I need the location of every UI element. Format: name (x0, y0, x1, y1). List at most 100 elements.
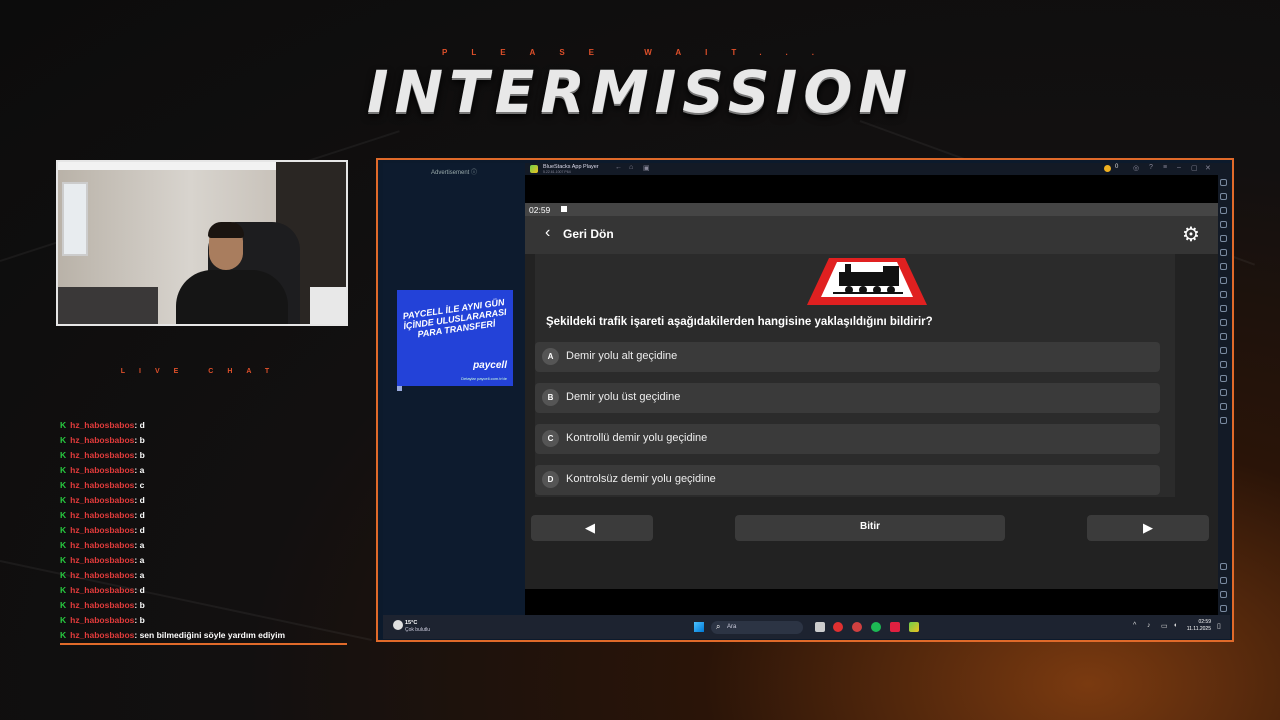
chat-username[interactable]: hz_habosbabos (70, 540, 134, 550)
answer-option-c[interactable]: C Kontrollü demir yolu geçidine (535, 424, 1160, 454)
lock-icon[interactable] (1220, 375, 1227, 382)
chat-username[interactable]: hz_habosbabos (70, 435, 134, 445)
chat-text: : c (134, 480, 145, 490)
spotify-icon[interactable] (871, 622, 881, 632)
chat-message: Khz_habosbabos: d (60, 583, 345, 598)
option-text: Demir yolu üst geçidine (566, 391, 681, 403)
rotate-icon[interactable] (1220, 263, 1227, 270)
chat-message: Khz_habosbabos: d (60, 493, 345, 508)
keyboard-icon[interactable] (1220, 221, 1227, 228)
macro-icon[interactable] (1220, 291, 1227, 298)
chat-text: : d (134, 510, 145, 520)
shake-icon[interactable] (1220, 277, 1227, 284)
chat-message: Khz_habosbabos: b (60, 448, 345, 463)
chat-username[interactable]: hz_habosbabos (70, 420, 134, 430)
stack-icon[interactable] (1220, 417, 1227, 424)
task-view-icon[interactable] (815, 622, 825, 632)
chat-message: Khz_habosbabos: d (60, 508, 345, 523)
app-icon[interactable] (890, 622, 900, 632)
help-icon[interactable]: ? (1149, 164, 1153, 171)
sync-icon[interactable] (1220, 389, 1227, 396)
answer-option-d[interactable]: D Kontrolsüz demir yolu geçidine (535, 465, 1160, 495)
chat-username[interactable]: hz_habosbabos (70, 630, 134, 640)
chat-username[interactable]: hz_habosbabos (70, 525, 134, 535)
chat-message: Khz_habosbabos: c (60, 478, 345, 493)
intermission-title: INTERMISSION (366, 58, 914, 126)
chat-username[interactable]: hz_habosbabos (70, 450, 134, 460)
chat-message: Khz_habosbabos: b (60, 613, 345, 628)
taskbar-clock[interactable]: 02:59 11.11.2025 (1183, 619, 1211, 633)
chat-username[interactable]: hz_habosbabos (70, 600, 134, 610)
bluestacks-taskbar-icon[interactable] (909, 622, 919, 632)
expand-icon[interactable] (1220, 179, 1227, 186)
profile-icon[interactable]: ◎ (1133, 164, 1139, 172)
option-text: Demir yolu alt geçidine (566, 350, 678, 362)
chat-username[interactable]: hz_habosbabos (70, 555, 134, 565)
menu-icon[interactable]: ≡ (1163, 164, 1167, 171)
back-arrow-icon[interactable]: ← (615, 164, 622, 171)
screen-icon[interactable] (1220, 207, 1227, 214)
next-button[interactable]: ▶ (1087, 515, 1209, 541)
maximize-icon[interactable]: ▢ (1191, 164, 1198, 172)
microphone-icon[interactable]: ♪ (1147, 622, 1151, 629)
minimize-icon[interactable]: – (1177, 164, 1181, 171)
coin-icon (1104, 165, 1111, 172)
bluestacks-logo-icon (530, 165, 538, 173)
back-button[interactable]: Geri Dön (563, 227, 614, 241)
chat-badge-icon: K (60, 585, 67, 595)
chat-text: : d (134, 420, 145, 430)
notifications-icon[interactable]: ▯ (1217, 622, 1221, 630)
ad-subtext: Detaylar paycell.com.tr'de (461, 376, 507, 381)
folder-icon[interactable] (1220, 333, 1227, 340)
chrome-icon[interactable] (852, 622, 862, 632)
settings-icon[interactable] (1220, 563, 1227, 570)
chat-badge-icon: K (60, 420, 67, 430)
taskbar-search[interactable]: ⌕ Ara (711, 621, 803, 634)
chat-username[interactable]: hz_habosbabos (70, 570, 134, 580)
chat-badge-icon: K (60, 615, 67, 625)
settings-icon[interactable] (1220, 347, 1227, 354)
gear-icon[interactable]: ⚙ (1182, 222, 1200, 247)
home-icon[interactable]: ⌂ (629, 164, 633, 171)
ad-headline: PAYCELL İLE AYNI GÜN İÇİNDE ULUSLARARASI… (402, 297, 508, 340)
volume-icon[interactable]: ◖ (1173, 622, 1177, 629)
gamepad-icon[interactable] (1220, 235, 1227, 242)
chat-username[interactable]: hz_habosbabos (70, 465, 134, 475)
clock-date: 11.11.2025 (1186, 626, 1211, 632)
camera-icon[interactable] (1220, 249, 1227, 256)
weather-icon (393, 620, 403, 630)
answer-option-a[interactable]: A Demir yolu alt geçidine (535, 342, 1160, 372)
previous-button[interactable]: ◀ (531, 515, 653, 541)
chevron-left-icon[interactable]: ‹ (545, 224, 550, 242)
recent-apps-icon[interactable] (1220, 605, 1227, 612)
ad-banner[interactable]: PAYCELL İLE AYNI GÜN İÇİNDE ULUSLARARASI… (397, 290, 513, 386)
volume-icon[interactable] (1220, 193, 1227, 200)
opera-icon[interactable] (833, 622, 843, 632)
answer-option-b[interactable]: B Demir yolu üst geçidine (535, 383, 1160, 413)
chat-badge-icon: K (60, 450, 67, 460)
status-time: 02:59 (529, 205, 551, 215)
tray-chevron-icon[interactable]: ^ (1133, 622, 1136, 629)
eco-icon[interactable] (1220, 361, 1227, 368)
windows-start-icon[interactable] (694, 622, 704, 632)
location-icon[interactable] (1220, 305, 1227, 312)
chat-username[interactable]: hz_habosbabos (70, 495, 134, 505)
chat-username[interactable]: hz_habosbabos (70, 585, 134, 595)
finish-button[interactable]: Bitir (735, 515, 1005, 541)
chat-text: : a (134, 540, 145, 550)
multi-instance-icon[interactable]: ▣ (643, 164, 650, 172)
chat-message: Khz_habosbabos: d (60, 418, 345, 433)
back-icon[interactable] (1220, 577, 1227, 584)
close-icon[interactable]: ✕ (1205, 164, 1211, 172)
chat-badge-icon: K (60, 540, 67, 550)
media-icon[interactable] (1220, 403, 1227, 410)
chat-username[interactable]: hz_habosbabos (70, 510, 134, 520)
network-icon[interactable]: ▭ (1161, 622, 1168, 630)
weather-desc: Çok bulutlu (405, 627, 431, 633)
app-bar: ‹ Geri Dön ⚙ (525, 216, 1218, 254)
home-icon[interactable] (1220, 591, 1227, 598)
chat-username[interactable]: hz_habosbabos (70, 615, 134, 625)
ad-column: Advertisement ⓘ PAYCELL İLE AYNI GÜN İÇİ… (383, 163, 525, 615)
chat-username[interactable]: hz_habosbabos (70, 480, 134, 490)
apk-icon[interactable] (1220, 319, 1227, 326)
